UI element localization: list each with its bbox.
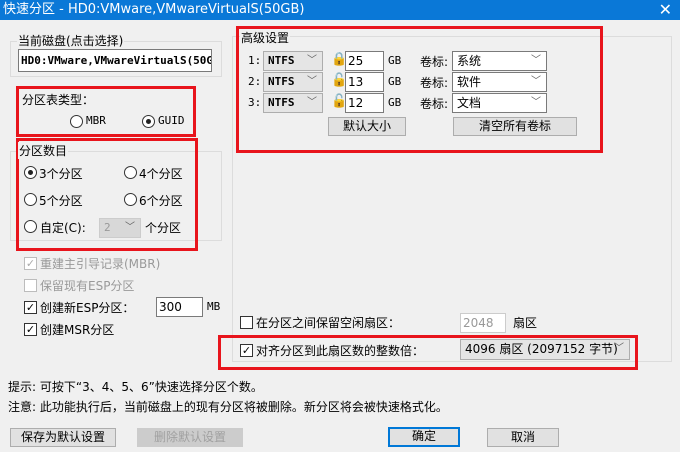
radio-5-label: 5个分区 bbox=[39, 194, 83, 208]
chevron-down-icon: ﹀ bbox=[307, 55, 317, 66]
radio-4[interactable] bbox=[124, 166, 137, 179]
rebuild-mbr-label: 重建主引导记录(MBR) bbox=[40, 257, 161, 271]
radio-3[interactable] bbox=[24, 166, 37, 179]
gap-unit: 扇区 bbox=[513, 316, 538, 330]
size-input[interactable]: 12 bbox=[345, 93, 384, 113]
volume-select[interactable]: 系统 ﹀ bbox=[452, 51, 547, 71]
radio-6-label: 6个分区 bbox=[139, 194, 183, 208]
disk-selector[interactable]: HD0:VMware,VMwareVirtualS(50GB) bbox=[18, 49, 212, 72]
gap-checkbox[interactable] bbox=[240, 316, 253, 329]
fs-select[interactable]: NTFS ﹀ bbox=[263, 51, 323, 71]
chevron-down-icon: ﹀ bbox=[125, 222, 135, 233]
size-unit: GB bbox=[388, 54, 402, 67]
volume-label-caption: 卷标: bbox=[420, 97, 449, 111]
new-esp-checkbox[interactable]: ✓ bbox=[24, 301, 37, 314]
volume-value: 系统 bbox=[457, 54, 482, 68]
advanced-label: 高级设置 bbox=[240, 29, 291, 46]
new-esp-label: 创建新ESP分区： bbox=[40, 301, 135, 315]
radio-mbr[interactable] bbox=[70, 115, 83, 128]
align-label: 对齐分区到此扇区数的整数倍： bbox=[256, 344, 425, 358]
volume-label-caption: 卷标: bbox=[420, 76, 449, 90]
radio-3-label: 3个分区 bbox=[39, 167, 83, 181]
size-input[interactable]: 25 bbox=[345, 51, 384, 71]
chevron-down-icon: ﹀ bbox=[531, 55, 541, 66]
guid-label: GUID bbox=[158, 114, 185, 127]
rebuild-mbr-checkbox[interactable]: ✓ bbox=[24, 257, 37, 270]
chevron-down-icon: ﹀ bbox=[307, 97, 317, 108]
align-value: 4096 扇区 (2097152 字节) bbox=[465, 342, 618, 356]
fs-select[interactable]: NTFS ﹀ bbox=[263, 93, 323, 113]
mbr-label: MBR bbox=[86, 114, 106, 127]
custom-count-value: 2 bbox=[104, 221, 111, 234]
volume-value: 软件 bbox=[457, 75, 482, 89]
row-index: 3: bbox=[248, 96, 262, 109]
msr-label: 创建MSR分区 bbox=[40, 323, 115, 337]
msr-checkbox[interactable]: ✓ bbox=[24, 323, 37, 336]
radio-custom[interactable] bbox=[24, 220, 37, 233]
fs-value: NTFS bbox=[268, 54, 295, 67]
chevron-down-icon: ﹀ bbox=[531, 76, 541, 87]
disk-group-label: 当前磁盘(点击选择) bbox=[17, 32, 125, 49]
hint-text: 提示: 可按下“3、4、5、6”快速选择分区个数。 bbox=[8, 380, 263, 394]
volume-select[interactable]: 文档 ﹀ bbox=[452, 93, 547, 113]
gap-input[interactable]: 2048 bbox=[460, 313, 506, 333]
radio-5[interactable] bbox=[24, 193, 37, 206]
chevron-down-icon: ﹀ bbox=[531, 97, 541, 108]
radio-6[interactable] bbox=[124, 193, 137, 206]
size-unit: GB bbox=[388, 96, 402, 109]
radio-custom-label: 自定(C): bbox=[40, 221, 86, 235]
custom-count-select[interactable]: 2 ﹀ bbox=[99, 218, 141, 238]
volume-select[interactable]: 软件 ﹀ bbox=[452, 72, 547, 92]
volume-value: 文档 bbox=[457, 96, 482, 110]
fs-value: NTFS bbox=[268, 96, 295, 109]
cancel-button[interactable]: 取消 bbox=[487, 428, 559, 447]
volume-label-caption: 卷标: bbox=[420, 55, 449, 69]
keep-esp-checkbox[interactable] bbox=[24, 279, 37, 292]
gap-label: 在分区之间保留空闲扇区： bbox=[256, 316, 401, 330]
save-default-button[interactable]: 保存为默认设置 bbox=[10, 428, 116, 447]
chevron-down-icon: ﹀ bbox=[307, 76, 317, 87]
esp-unit: MB bbox=[207, 300, 221, 313]
default-size-button[interactable]: 默认大小 bbox=[328, 117, 406, 136]
close-icon[interactable]: ✕ bbox=[659, 0, 672, 20]
ok-button[interactable]: 确定 bbox=[388, 427, 460, 447]
title-bar: 快速分区 - HD0:VMware,VMwareVirtualS(50GB) bbox=[0, 0, 680, 20]
count-label: 分区数目 bbox=[18, 142, 69, 159]
fs-value: NTFS bbox=[268, 75, 295, 88]
size-input[interactable]: 13 bbox=[345, 72, 384, 92]
table-type-label: 分区表类型： bbox=[22, 93, 95, 107]
note-text: 注意: 此功能执行后，当前磁盘上的现有分区将被删除。新分区将会被快速格式化。 bbox=[8, 400, 448, 414]
custom-suffix: 个分区 bbox=[145, 221, 182, 235]
size-unit: GB bbox=[388, 75, 402, 88]
radio-guid[interactable] bbox=[142, 115, 155, 128]
clear-labels-button[interactable]: 清空所有卷标 bbox=[453, 117, 577, 136]
radio-4-label: 4个分区 bbox=[139, 167, 183, 181]
align-checkbox[interactable]: ✓ bbox=[240, 344, 253, 357]
row-index: 1: bbox=[248, 54, 262, 67]
chevron-down-icon: ﹀ bbox=[614, 343, 624, 354]
align-select[interactable]: 4096 扇区 (2097152 字节) ﹀ bbox=[460, 339, 630, 360]
keep-esp-label: 保留现有ESP分区 bbox=[40, 279, 135, 293]
fs-select[interactable]: NTFS ﹀ bbox=[263, 72, 323, 92]
delete-default-button[interactable]: 删除默认设置 bbox=[137, 428, 243, 447]
esp-size-input[interactable]: 300 bbox=[156, 297, 203, 317]
row-index: 2: bbox=[248, 75, 262, 88]
